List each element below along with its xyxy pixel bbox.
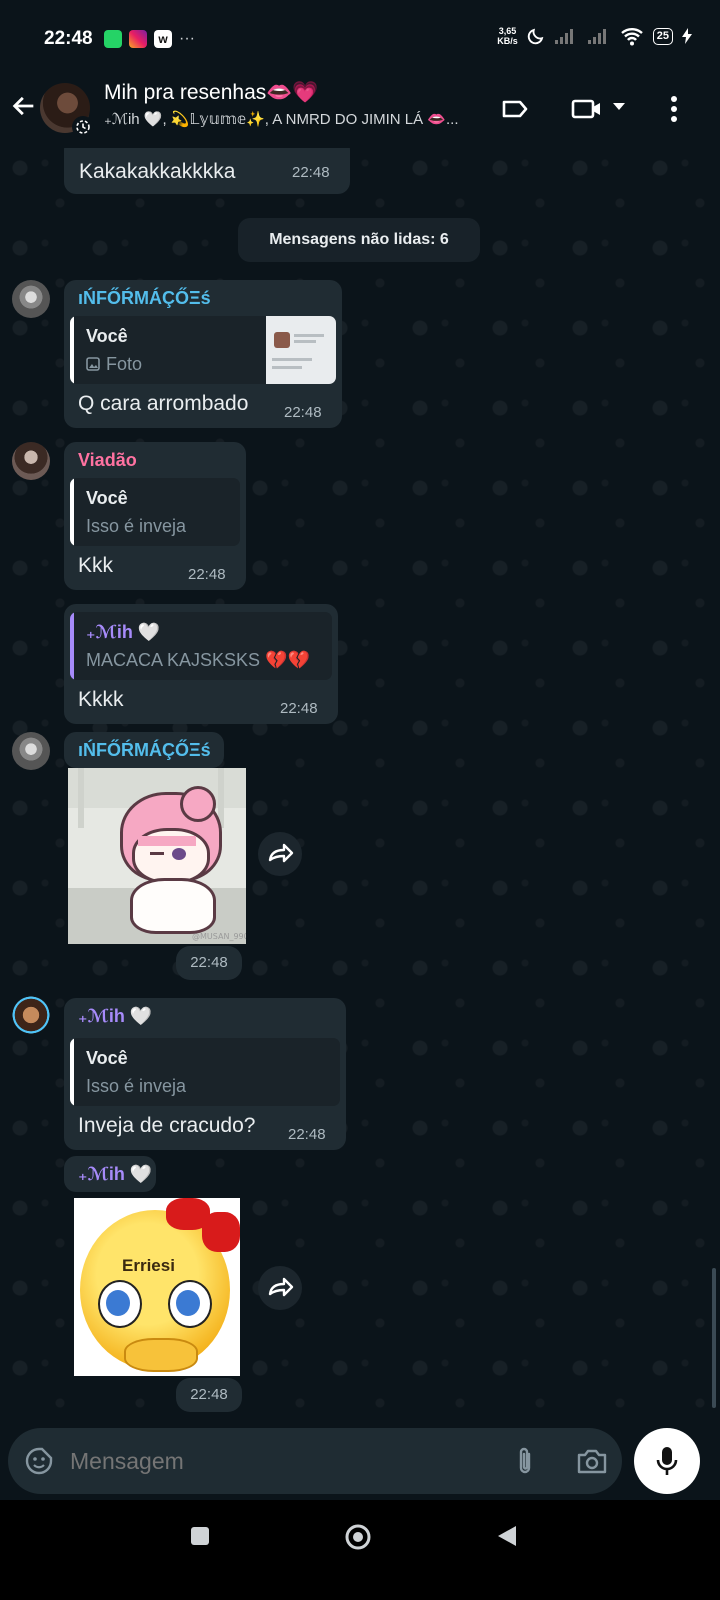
sender-name[interactable]: ıŃFŐŔMÁÇŐΞś <box>78 288 211 309</box>
system-icons: 3,65 KB/s 25 <box>497 26 692 46</box>
sender-avatar[interactable] <box>12 442 50 480</box>
network-speed: 3,65 KB/s <box>497 26 518 46</box>
message-time: 22:48 <box>188 566 226 583</box>
signal-icon <box>554 29 573 44</box>
quoted-sender: Você <box>86 326 128 346</box>
message-bubble[interactable]: ₊ℳih 🤍 Você Isso é inveja Inveja de crac… <box>64 998 346 1150</box>
signal-icon-2 <box>587 29 606 44</box>
quoted-message[interactable]: Você Isso é inveja <box>70 478 240 546</box>
chat-members[interactable]: ₊ℳih 🤍, 💫𝕃𝕪𝕦𝕞𝕖✨, A NMRD DO JIMIN LÁ 👄... <box>104 110 484 128</box>
label-tag-icon[interactable] <box>500 94 530 124</box>
quoted-text: Isso é inveja <box>86 516 187 536</box>
battery-indicator: 25 <box>652 27 673 45</box>
message-bubble[interactable]: Viadão Você Isso é inveja Kkk 22:48 <box>64 442 246 590</box>
microphone-icon <box>656 1447 678 1475</box>
message-time: 22:48 <box>288 1126 326 1143</box>
home-circle-icon[interactable] <box>344 1523 372 1551</box>
forward-button[interactable] <box>258 1266 302 1310</box>
message-time: 22:48 <box>280 700 318 717</box>
unread-messages-divider: Mensagens não lidas: 6 <box>238 218 480 262</box>
message-time: 22:48 <box>176 946 242 980</box>
sender-name[interactable]: ₊ℳih 🤍 <box>78 1006 152 1027</box>
sender-name[interactable]: ₊ℳih 🤍 <box>78 1164 152 1185</box>
scrollbar-thumb[interactable] <box>712 1268 716 1408</box>
sender-name[interactable]: ıŃFŐŔMÁÇŐΞś <box>78 740 211 761</box>
video-camera-icon[interactable] <box>570 94 602 124</box>
message-time: 22:48 <box>292 164 330 181</box>
sticker-text: Erriesi <box>122 1256 175 1275</box>
status-time: 22:48 <box>44 28 93 49</box>
message-time: 22:48 <box>176 1378 242 1412</box>
message-text: Kkk <box>78 554 114 577</box>
more-vertical-icon[interactable] <box>664 94 684 124</box>
quoted-message[interactable]: Você Isso é inveja <box>70 1038 340 1106</box>
quoted-text: Foto <box>86 354 142 375</box>
quoted-text: Isso é inveja <box>86 1076 187 1096</box>
back-triangle-icon[interactable] <box>496 1524 518 1548</box>
voice-message-button[interactable] <box>634 1428 700 1494</box>
sticker-icon[interactable] <box>24 1446 54 1476</box>
recents-square-icon[interactable] <box>190 1526 210 1546</box>
system-nav-bar <box>0 1500 720 1600</box>
chevron-down-icon[interactable] <box>612 102 626 112</box>
wifi-icon <box>620 28 643 46</box>
charging-bolt-icon <box>682 28 692 44</box>
app-w-notification-icon: w <box>154 30 172 48</box>
sender-avatar[interactable] <box>12 280 50 318</box>
message-text: Kkkk <box>78 688 124 711</box>
sender-avatar[interactable] <box>12 996 50 1034</box>
anime-girl-sticker[interactable]: @MUSAN_990 <box>68 768 246 944</box>
instagram-notification-icon <box>129 30 147 48</box>
moon-icon <box>527 28 544 45</box>
sender-avatar[interactable] <box>12 732 50 770</box>
quoted-text: MACACA KAJSKSKS 💔💔 <box>86 650 310 670</box>
quoted-photo-thumbnail <box>266 316 336 384</box>
status-bar: 22:48 w ··· 3,65 KB/s 25 <box>0 0 720 76</box>
quoted-sender: Você <box>86 1048 128 1068</box>
message-bubble[interactable]: ıŃFŐŔMÁÇŐΞś Você Foto Q cara arrombado 2… <box>64 280 342 428</box>
quoted-message[interactable]: ₊ℳih 🤍 MACACA KAJSKSKS 💔💔 <box>70 612 332 680</box>
arrow-left-icon[interactable] <box>10 92 38 120</box>
sender-name[interactable]: Viadão <box>78 450 137 471</box>
paperclip-icon[interactable] <box>514 1445 536 1477</box>
chat-title[interactable]: Mih pra resenhas👄💗 <box>104 81 319 105</box>
sender-name-chip[interactable]: ₊ℳih 🤍 <box>64 1156 156 1192</box>
message-bubble[interactable]: ₊ℳih 🤍 MACACA KAJSKSKS 💔💔 Kkkk 22:48 <box>64 604 338 724</box>
photo-icon <box>86 357 100 371</box>
quoted-sender: Você <box>86 488 128 508</box>
more-notifications-icon: ··· <box>179 30 195 47</box>
message-text: Kakakakkakkkka <box>79 160 236 183</box>
status-timer-icon <box>72 116 94 138</box>
message-time: 22:48 <box>284 404 322 421</box>
message-bubble[interactable]: Kakakakkakkkka 22:48 <box>64 148 350 194</box>
message-text: Inveja de cracudo? <box>78 1114 256 1137</box>
forward-button[interactable] <box>258 832 302 876</box>
sender-name-chip[interactable]: ıŃFŐŔMÁÇŐΞś <box>64 732 224 768</box>
chat-header: Mih pra resenhas👄💗 ₊ℳih 🤍, 💫𝕃𝕪𝕦𝕞𝕖✨, A NM… <box>0 76 720 148</box>
notification-icons: w ··· <box>104 30 195 48</box>
message-text: Q cara arrombado <box>78 392 249 415</box>
camera-icon[interactable] <box>576 1446 608 1476</box>
message-composer <box>8 1428 622 1494</box>
emoji-sticker[interactable]: Erriesi <box>74 1198 240 1376</box>
quoted-sender: ₊ℳih 🤍 <box>86 622 161 642</box>
sticker-watermark: @MUSAN_990 <box>192 932 246 941</box>
whatsapp-notification-icon <box>104 30 122 48</box>
chat-area[interactable]: Kakakakkakkkka 22:48 Mensagens não lidas… <box>0 148 720 1438</box>
quoted-message[interactable]: Você Foto <box>70 316 336 384</box>
forward-icon <box>268 843 294 863</box>
forward-icon <box>268 1277 294 1297</box>
message-input[interactable] <box>68 1447 492 1476</box>
